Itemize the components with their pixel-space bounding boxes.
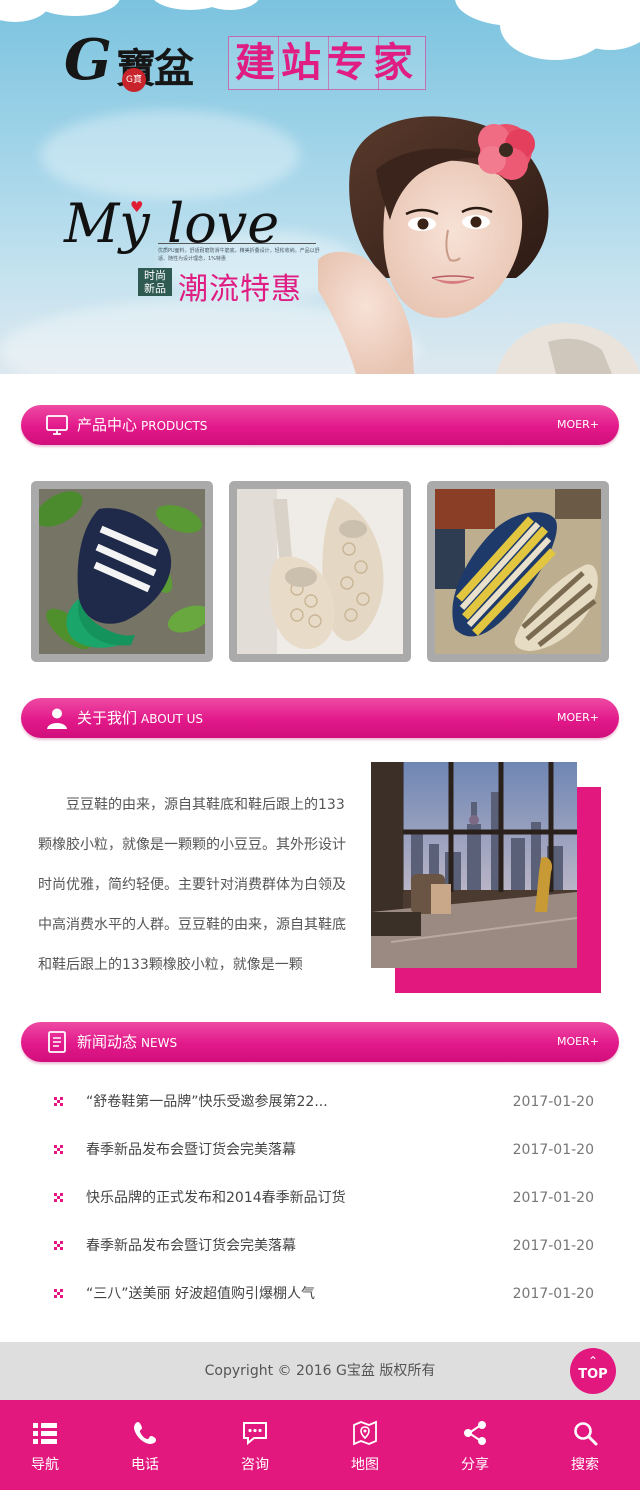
bottom-nav: 导航 电话 咨询 地图 分享 搜索 — [0, 1400, 640, 1490]
section-title-cn: 产品中心 — [77, 416, 138, 434]
list-icon — [33, 1423, 57, 1444]
product-image — [435, 489, 601, 654]
logo-seal: G寶 — [122, 68, 146, 92]
badge-line: 新品 — [144, 282, 166, 295]
nav-item-search[interactable]: 搜索 — [530, 1400, 640, 1490]
bullet-icon — [54, 1241, 64, 1251]
document-icon — [48, 1031, 66, 1053]
nav-label: 地图 — [351, 1457, 379, 1473]
copyright: Copyright © 2016 G宝盆 版权所有 — [0, 1342, 640, 1400]
divider — [158, 243, 316, 244]
news-date: 2017-01-20 — [512, 1142, 594, 1158]
news-item[interactable]: 春季新品发布会暨订货会完美落幕 2017-01-20 — [0, 1222, 640, 1270]
news-list: “舒卷鞋第一品牌”快乐受邀参展第22... 2017-01-20 春季新品发布会… — [0, 1078, 640, 1318]
bullet-icon — [54, 1193, 64, 1203]
section-title: 新闻动态 NEWS — [77, 1022, 177, 1063]
section-title-cn: 关于我们 — [77, 709, 138, 727]
nav-label: 导航 — [31, 1457, 59, 1473]
chat-icon — [243, 1422, 267, 1446]
site-title: 建站专家 — [228, 36, 426, 90]
map-icon — [353, 1420, 377, 1446]
bullet-icon — [54, 1145, 64, 1155]
nav-item-share[interactable]: 分享 — [420, 1400, 530, 1490]
news-item[interactable]: “舒卷鞋第一品牌”快乐受邀参展第22... 2017-01-20 — [0, 1078, 640, 1126]
bullet-icon — [54, 1289, 64, 1299]
nav-item-consult[interactable]: 咨询 — [200, 1400, 310, 1490]
news-title: “三八”送美丽 好波超值购引爆棚人气 — [86, 1286, 315, 1302]
sky-haze — [40, 110, 300, 200]
nav-item-map[interactable]: 地图 — [310, 1400, 420, 1490]
product-card[interactable] — [427, 481, 609, 662]
bullet-icon — [54, 1097, 64, 1107]
section-header-news: 新闻动态 NEWS MOER+ — [21, 1022, 619, 1062]
section-title-en: PRODUCTS — [141, 419, 208, 433]
top-label: TOP — [578, 1367, 608, 1382]
hero-badge: 时尚 新品 — [138, 268, 172, 296]
nav-label: 咨询 — [241, 1457, 269, 1473]
badge-line: 时尚 — [144, 269, 166, 282]
news-date: 2017-01-20 — [512, 1286, 594, 1302]
nav-item-phone[interactable]: 电话 — [90, 1400, 200, 1490]
monitor-icon — [46, 415, 68, 435]
product-image — [237, 489, 403, 654]
logo[interactable]: G 寶盆 G寶 — [64, 28, 224, 98]
hero-promo: 潮流特惠 — [178, 272, 302, 307]
section-header-about: 关于我们 ABOUT US MOER+ — [21, 698, 619, 738]
heart-icon: ♥ — [130, 198, 144, 216]
news-item[interactable]: “三八”送美丽 好波超值购引爆棚人气 2017-01-20 — [0, 1270, 640, 1318]
section-title: 产品中心 PRODUCTS — [77, 405, 207, 446]
nav-item-navigation[interactable]: 导航 — [0, 1400, 90, 1490]
news-item[interactable]: 春季新品发布会暨订货会完美落幕 2017-01-20 — [0, 1126, 640, 1174]
share-icon — [464, 1421, 486, 1445]
news-title: 快乐品牌的正式发布和2014春季新品订货 — [86, 1190, 346, 1206]
more-link[interactable]: MOER+ — [557, 698, 599, 738]
more-link[interactable]: MOER+ — [557, 1022, 599, 1062]
more-link[interactable]: MOER+ — [557, 405, 599, 445]
news-title: “舒卷鞋第一品牌”快乐受邀参展第22... — [86, 1094, 328, 1110]
chevron-up-icon: ⌃ — [587, 1354, 599, 1368]
about-photo — [371, 762, 577, 968]
nav-label: 搜索 — [571, 1457, 599, 1473]
hero-small-text: 优质PU面料，舒适耐磨防滑牛筋底，精美折叠设计，轻松收纳。产品以舒适、随性为设计… — [158, 248, 320, 262]
user-icon — [47, 708, 67, 729]
section-title-cn: 新闻动态 — [77, 1033, 138, 1051]
news-title: 春季新品发布会暨订货会完美落幕 — [86, 1142, 296, 1158]
news-item[interactable]: 快乐品牌的正式发布和2014春季新品订货 2017-01-20 — [0, 1174, 640, 1222]
hero-banner: G 寶盆 G寶 建站专家 My love ♥ 优质PU面料，舒适耐磨防滑牛筋底，… — [0, 0, 640, 374]
cloud — [200, 0, 260, 10]
news-title: 春季新品发布会暨订货会完美落幕 — [86, 1238, 296, 1254]
section-title: 关于我们 ABOUT US — [77, 698, 203, 739]
section-title-en: ABOUT US — [141, 712, 204, 726]
search-icon — [574, 1422, 598, 1446]
product-card[interactable] — [31, 481, 213, 662]
logo-g: G — [64, 27, 112, 93]
product-card[interactable] — [229, 481, 411, 662]
about-description: 豆豆鞋的由来，源自其鞋底和鞋后跟上的133颗橡胶小粒，就像是一颗颗的小豆豆。其外… — [38, 797, 346, 973]
product-image — [35, 489, 211, 654]
back-to-top-button[interactable]: ⌃ TOP — [570, 1348, 616, 1394]
news-date: 2017-01-20 — [512, 1238, 594, 1254]
nav-label: 分享 — [461, 1457, 489, 1473]
nav-label: 电话 — [131, 1457, 159, 1473]
section-title-en: NEWS — [141, 1036, 178, 1050]
section-header-products: 产品中心 PRODUCTS MOER+ — [21, 405, 619, 445]
phone-icon — [134, 1422, 156, 1444]
news-date: 2017-01-20 — [512, 1094, 594, 1110]
news-date: 2017-01-20 — [512, 1190, 594, 1206]
model-illustration — [318, 116, 640, 374]
